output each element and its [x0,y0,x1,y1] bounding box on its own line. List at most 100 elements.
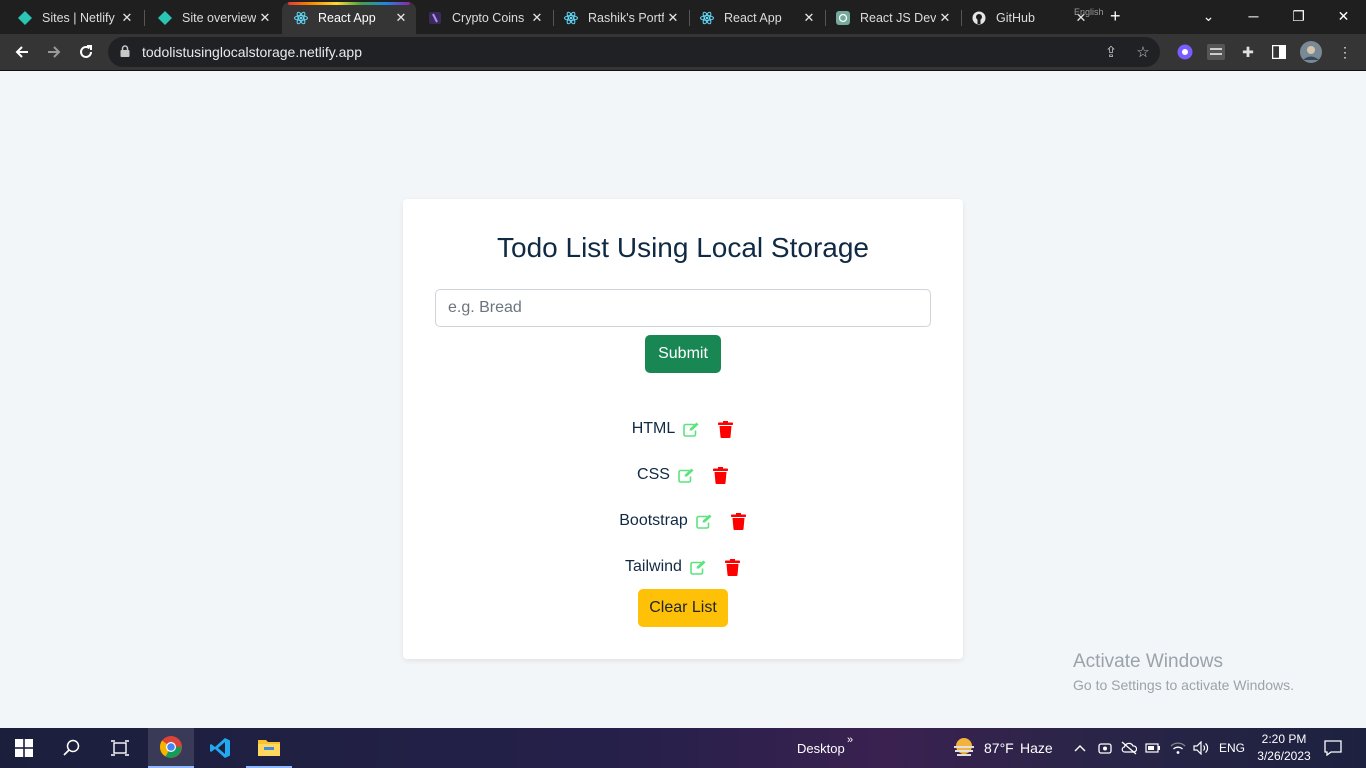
desktop-toolbar-label[interactable]: Desktop [797,728,845,768]
windows-taskbar: Desktop » 87°F Haze ENG 2:20 PM 3/26/202… [0,728,1366,768]
todo-item-label: HTML [631,420,676,437]
gitzip-icon[interactable] [1205,41,1227,63]
close-icon[interactable]: ✕ [800,10,818,26]
clock-time: 2:20 PM [1261,732,1307,746]
tab-title: GitHub [996,11,1035,25]
crypto-icon [428,11,442,25]
netlify-icon [18,11,32,25]
tab-title: Site overview [182,11,256,25]
language-overlay: English [1074,7,1104,17]
tab-sites-netlify[interactable]: Sites | Netlify ✕ [0,2,142,34]
clear-list-button[interactable]: Clear List [638,589,728,627]
todo-item-label: Bootstrap [619,512,688,529]
url-text[interactable]: todolistusinglocalstorage.netlify.app [142,44,362,60]
weather-temperature[interactable]: 87°F [984,728,1014,768]
back-icon[interactable] [8,38,36,66]
window-controls: ⌄ ─ ❐ ✕ [1186,0,1366,32]
browser-menu-icon[interactable]: ⋮ [1334,41,1356,63]
clock-date: 3/26/2023 [1257,749,1311,763]
close-icon[interactable]: ✕ [256,10,274,26]
page-title: Todo List Using Local Storage [497,232,869,263]
notifications-icon[interactable] [1324,728,1342,768]
trash-icon[interactable] [718,420,734,438]
edit-icon[interactable] [678,467,695,484]
tab-title: React JS Deve [860,11,936,25]
todo-item-label: Tailwind [625,558,682,575]
lock-icon[interactable] [120,45,130,57]
todo-item: HTML [403,417,963,441]
vscode-taskbar-icon[interactable] [197,728,243,768]
chrome-taskbar-icon[interactable] [148,728,194,768]
weather-description[interactable]: Haze [1020,728,1053,768]
cloud-off-icon[interactable] [1121,728,1137,768]
address-bar[interactable]: todolistusinglocalstorage.netlify.app ⇪ … [108,37,1160,67]
chevron-up-icon[interactable] [1074,728,1086,768]
trash-icon[interactable] [724,558,741,576]
react-icon [294,11,308,25]
openai-icon [836,11,850,25]
side-panel-icon[interactable] [1268,41,1290,63]
forward-icon[interactable] [40,38,68,66]
tab-rashiks-portfolio[interactable]: Rashik's Portf ✕ [554,2,688,34]
react-icon [564,11,578,25]
activate-windows-watermark: Activate Windows Go to Settings to activ… [1073,651,1294,693]
toolbar-expand-icon[interactable]: » [847,720,853,760]
tab-search-icon[interactable]: ⌄ [1186,0,1231,32]
tab-title: Rashik's Portf [588,11,664,25]
weather-icon[interactable] [952,728,976,768]
battery-icon[interactable] [1145,728,1161,768]
bookmark-star-icon[interactable]: ☆ [1132,41,1154,63]
tab-react-app-active[interactable]: React App ✕ [282,2,416,34]
task-view-icon[interactable] [96,728,144,768]
edit-icon[interactable] [690,559,707,576]
volume-icon[interactable] [1193,728,1209,768]
browser-toolbar: todolistusinglocalstorage.netlify.app ⇪ … [0,34,1366,71]
tab-crypto-coins[interactable]: Crypto Coins ✕ [418,2,552,34]
trash-icon[interactable] [730,512,747,530]
close-icon[interactable]: ✕ [118,10,136,26]
restore-button[interactable]: ❐ [1276,0,1321,32]
meet-now-icon[interactable] [1098,728,1112,768]
submit-button[interactable]: Submit [645,335,721,373]
browser-tab-strip: Sites | Netlify ✕ Site overview ✕ React … [0,0,1366,34]
edit-icon[interactable] [695,513,713,530]
tab-title: Sites | Netlify [42,11,115,25]
clock[interactable]: 2:20 PM 3/26/2023 [1254,728,1314,768]
search-icon[interactable] [48,728,96,768]
windows-start-icon[interactable] [0,728,48,768]
todo-input[interactable] [435,289,931,327]
page-viewport: Todo List Using Local Storage Submit HTM… [0,71,1366,728]
close-icon[interactable]: ✕ [664,10,682,26]
edit-icon[interactable] [683,421,700,438]
watermark-title: Activate Windows [1073,651,1223,672]
share-icon[interactable]: ⇪ [1100,41,1122,63]
tab-title: React App [724,11,782,25]
tab-react-app[interactable]: React App ✕ [690,2,824,34]
close-window-button[interactable]: ✕ [1321,0,1366,32]
todo-item: CSS [403,463,963,487]
tab-react-js-developer[interactable]: React JS Deve ✕ [826,2,960,34]
tab-site-overview[interactable]: Site overview ✕ [140,2,280,34]
close-icon[interactable]: ✕ [528,10,546,26]
trash-icon[interactable] [712,466,729,484]
language-indicator[interactable]: ENG [1219,728,1245,768]
todo-item-label: CSS [637,466,670,483]
file-explorer-taskbar-icon[interactable] [246,728,292,768]
close-icon[interactable]: ✕ [936,10,954,26]
tab-title: React App [318,11,376,25]
extensions-puzzle-icon[interactable]: ✚ [1237,41,1259,63]
github-icon [972,11,986,25]
watermark-subtitle: Go to Settings to activate Windows. [1073,677,1294,693]
todo-item: Bootstrap [403,509,963,533]
wifi-icon[interactable] [1170,728,1186,768]
new-tab-button[interactable]: + [1110,6,1121,27]
extension-purple-icon[interactable] [1174,41,1196,63]
minimize-button[interactable]: ─ [1231,0,1276,32]
close-icon[interactable]: ✕ [392,10,410,26]
react-icon [700,11,714,25]
tab-title: Crypto Coins [452,11,525,25]
todo-item: Tailwind [403,555,963,579]
profile-avatar[interactable] [1300,41,1322,63]
reload-icon[interactable] [72,38,100,66]
todo-card: Todo List Using Local Storage Submit HTM… [403,199,963,659]
